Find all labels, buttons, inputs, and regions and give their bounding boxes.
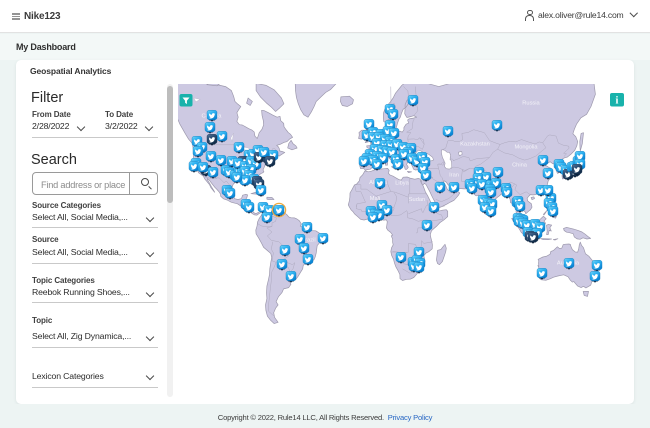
svg-text:i: i (616, 96, 619, 107)
svg-text:China: China (512, 163, 528, 169)
svg-text:Sudan: Sudan (409, 197, 425, 203)
svg-text:Iran: Iran (449, 173, 459, 179)
svg-text:Mongolia: Mongolia (514, 145, 538, 151)
svg-text:Kazakhstan: Kazakhstan (460, 142, 490, 148)
svg-text:Libya: Libya (395, 181, 409, 187)
svg-text:Russia: Russia (522, 101, 540, 107)
